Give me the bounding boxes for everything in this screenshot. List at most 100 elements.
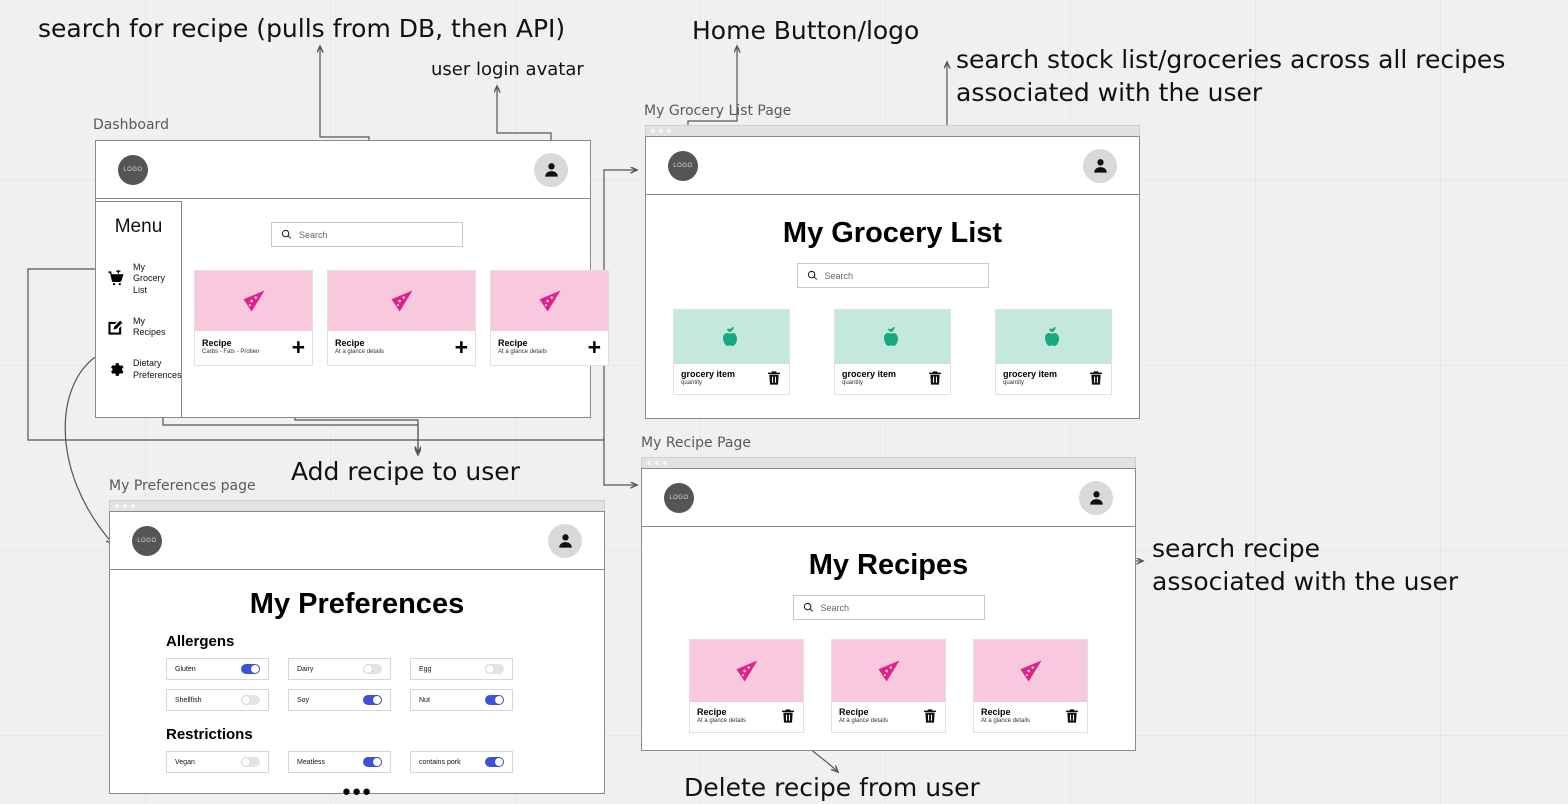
preferences-page-title: My Preferences xyxy=(249,588,465,620)
delete-grocery-button[interactable] xyxy=(766,370,782,386)
search-icon xyxy=(807,270,817,280)
home-logo-button[interactable]: LOGO xyxy=(668,150,698,181)
restrictions-toggles: Vegan Meatless contains pork xyxy=(166,751,604,773)
label-preferences: My Preferences page xyxy=(109,478,256,494)
grocery-cards: grocery item quantity grocery item quant… xyxy=(646,309,1139,395)
apple-icon xyxy=(722,327,737,346)
logo-text: LOGO xyxy=(669,494,689,501)
restrictions-heading: Restrictions xyxy=(166,726,253,743)
recipe-card-footer: Recipe At a glance details xyxy=(832,702,945,732)
recipe-card-image xyxy=(974,640,1087,702)
recipe-card-image xyxy=(690,640,803,702)
recipe-search-placeholder: Search xyxy=(820,602,850,613)
annotation-delete-recipe: Delete recipe from user xyxy=(684,773,980,802)
dashboard-search-placeholder: Search xyxy=(299,229,328,240)
recipe-card[interactable]: Recipe Carbs - Fats - Protien + xyxy=(194,270,313,366)
recipe-page-title: My Recipes xyxy=(808,549,969,581)
grocery-page-title: My Grocery List xyxy=(782,217,1003,249)
grocery-card-subtitle: quantity xyxy=(681,380,703,387)
toggle-shellfish[interactable]: Shellfish xyxy=(166,689,269,711)
toggle-nut[interactable]: Nut xyxy=(410,689,513,711)
home-logo-button[interactable]: LOGO xyxy=(118,154,148,185)
recipe-card[interactable]: Recipe At a glance details xyxy=(973,639,1088,733)
toggle-switch[interactable] xyxy=(485,664,504,674)
toggle-gluten[interactable]: Gluten xyxy=(166,658,269,680)
toggle-switch[interactable] xyxy=(363,757,382,767)
toggle-vegan[interactable]: Vegan xyxy=(166,751,269,773)
add-recipe-button[interactable]: + xyxy=(588,336,601,359)
recipe-card-footer: Recipe At a glance details + xyxy=(328,331,475,365)
window-dot xyxy=(647,461,651,465)
toggle-switch[interactable] xyxy=(363,664,382,674)
recipe-card-title: Recipe xyxy=(981,707,1011,717)
recipe-card-title: Recipe xyxy=(839,707,869,717)
delete-recipe-button[interactable] xyxy=(1064,708,1080,724)
gear-icon xyxy=(111,363,124,376)
home-logo-button[interactable]: LOGO xyxy=(664,482,694,513)
recipe-card[interactable]: Recipe At a glance details xyxy=(689,639,804,733)
search-icon xyxy=(803,602,813,612)
sidebar-item-dietary-preferences[interactable]: Dietary Preferences xyxy=(96,352,182,387)
recipe-card-title: Recipe xyxy=(697,707,727,717)
user-avatar-icon xyxy=(1093,159,1107,173)
recipe-card[interactable]: Recipe At a glance details + xyxy=(490,270,609,366)
grocery-search-input[interactable]: Search xyxy=(796,263,989,288)
user-avatar-icon xyxy=(1089,491,1103,505)
recipe-card[interactable]: Recipe At a glance details + xyxy=(327,270,476,366)
trash-icon xyxy=(924,709,936,724)
dashboard-search-input[interactable]: Search xyxy=(271,222,463,247)
more-options-button[interactable]: ●●● xyxy=(110,783,604,800)
shopping-cart-icon xyxy=(108,270,124,286)
grocery-card[interactable]: grocery item quantity xyxy=(834,309,951,395)
toggle-switch[interactable] xyxy=(241,664,260,674)
sidebar-item-my-recipes[interactable]: My Recipes xyxy=(96,310,181,345)
add-recipe-button[interactable]: + xyxy=(455,336,468,359)
toggle-meatless[interactable]: Meatless xyxy=(288,751,391,773)
recipe-body: LOGO My Recipes Search Recipe At a glanc… xyxy=(641,468,1136,751)
annotation-search-stock: search stock list/groceries across all r… xyxy=(956,45,1506,107)
allergens-heading: Allergens xyxy=(166,633,235,650)
toggle-switch[interactable] xyxy=(485,695,504,705)
toggle-switch[interactable] xyxy=(363,695,382,705)
recipe-card-subtitle: At a glance details xyxy=(498,349,548,356)
toggle-soy[interactable]: Soy xyxy=(288,689,391,711)
delete-grocery-button[interactable] xyxy=(927,370,943,386)
toggle-switch[interactable] xyxy=(241,695,260,705)
recipe-card-title: Recipe xyxy=(335,338,365,349)
toggle-label: Dairy xyxy=(297,665,314,673)
grocery-card[interactable]: grocery item quantity xyxy=(673,309,790,395)
recipe-search-input[interactable]: Search xyxy=(792,595,985,620)
grocery-card[interactable]: grocery item quantity xyxy=(995,309,1112,395)
toggle-label: Meatless xyxy=(297,758,326,766)
delete-grocery-button[interactable] xyxy=(1088,370,1104,386)
toggle-dairy[interactable]: Dairy xyxy=(288,658,391,680)
user-avatar-button[interactable] xyxy=(1083,148,1117,183)
delete-recipe-button[interactable] xyxy=(780,708,796,724)
label-dashboard: Dashboard xyxy=(93,117,169,133)
toggle-switch[interactable] xyxy=(485,757,504,767)
home-logo-button[interactable]: LOGO xyxy=(132,525,162,556)
apple-icon xyxy=(883,327,898,346)
user-avatar-button[interactable] xyxy=(548,523,582,558)
recipe-card-image xyxy=(195,271,312,331)
toggle-egg[interactable]: Egg xyxy=(410,658,513,680)
add-recipe-button[interactable]: + xyxy=(292,336,305,359)
recipe-card[interactable]: Recipe At a glance details xyxy=(831,639,946,733)
toggle-label: Vegan xyxy=(175,758,195,766)
annotation-add-recipe: Add recipe to user xyxy=(291,457,520,486)
recipe-cards: Recipe At a glance details Recipe At a g… xyxy=(642,639,1135,733)
recipe-card-image xyxy=(491,271,608,331)
user-avatar-button[interactable] xyxy=(534,152,568,187)
grocery-card-footer: grocery item quantity xyxy=(996,364,1111,394)
delete-recipe-button[interactable] xyxy=(922,708,938,724)
pizza-slice-icon xyxy=(539,290,560,312)
window-dot xyxy=(663,461,667,465)
sidebar-item-my-grocery-list[interactable]: My Grocery List xyxy=(96,256,181,302)
grocery-search-placeholder: Search xyxy=(824,270,854,281)
toggle-switch[interactable] xyxy=(241,757,260,767)
recipe-card-subtitle: Carbs - Fats - Protien xyxy=(202,349,260,356)
user-avatar-button[interactable] xyxy=(1079,480,1113,515)
toggle-contains-pork[interactable]: contains pork xyxy=(410,751,513,773)
pizza-slice-icon xyxy=(1020,660,1041,682)
pizza-slice-icon xyxy=(243,290,264,312)
